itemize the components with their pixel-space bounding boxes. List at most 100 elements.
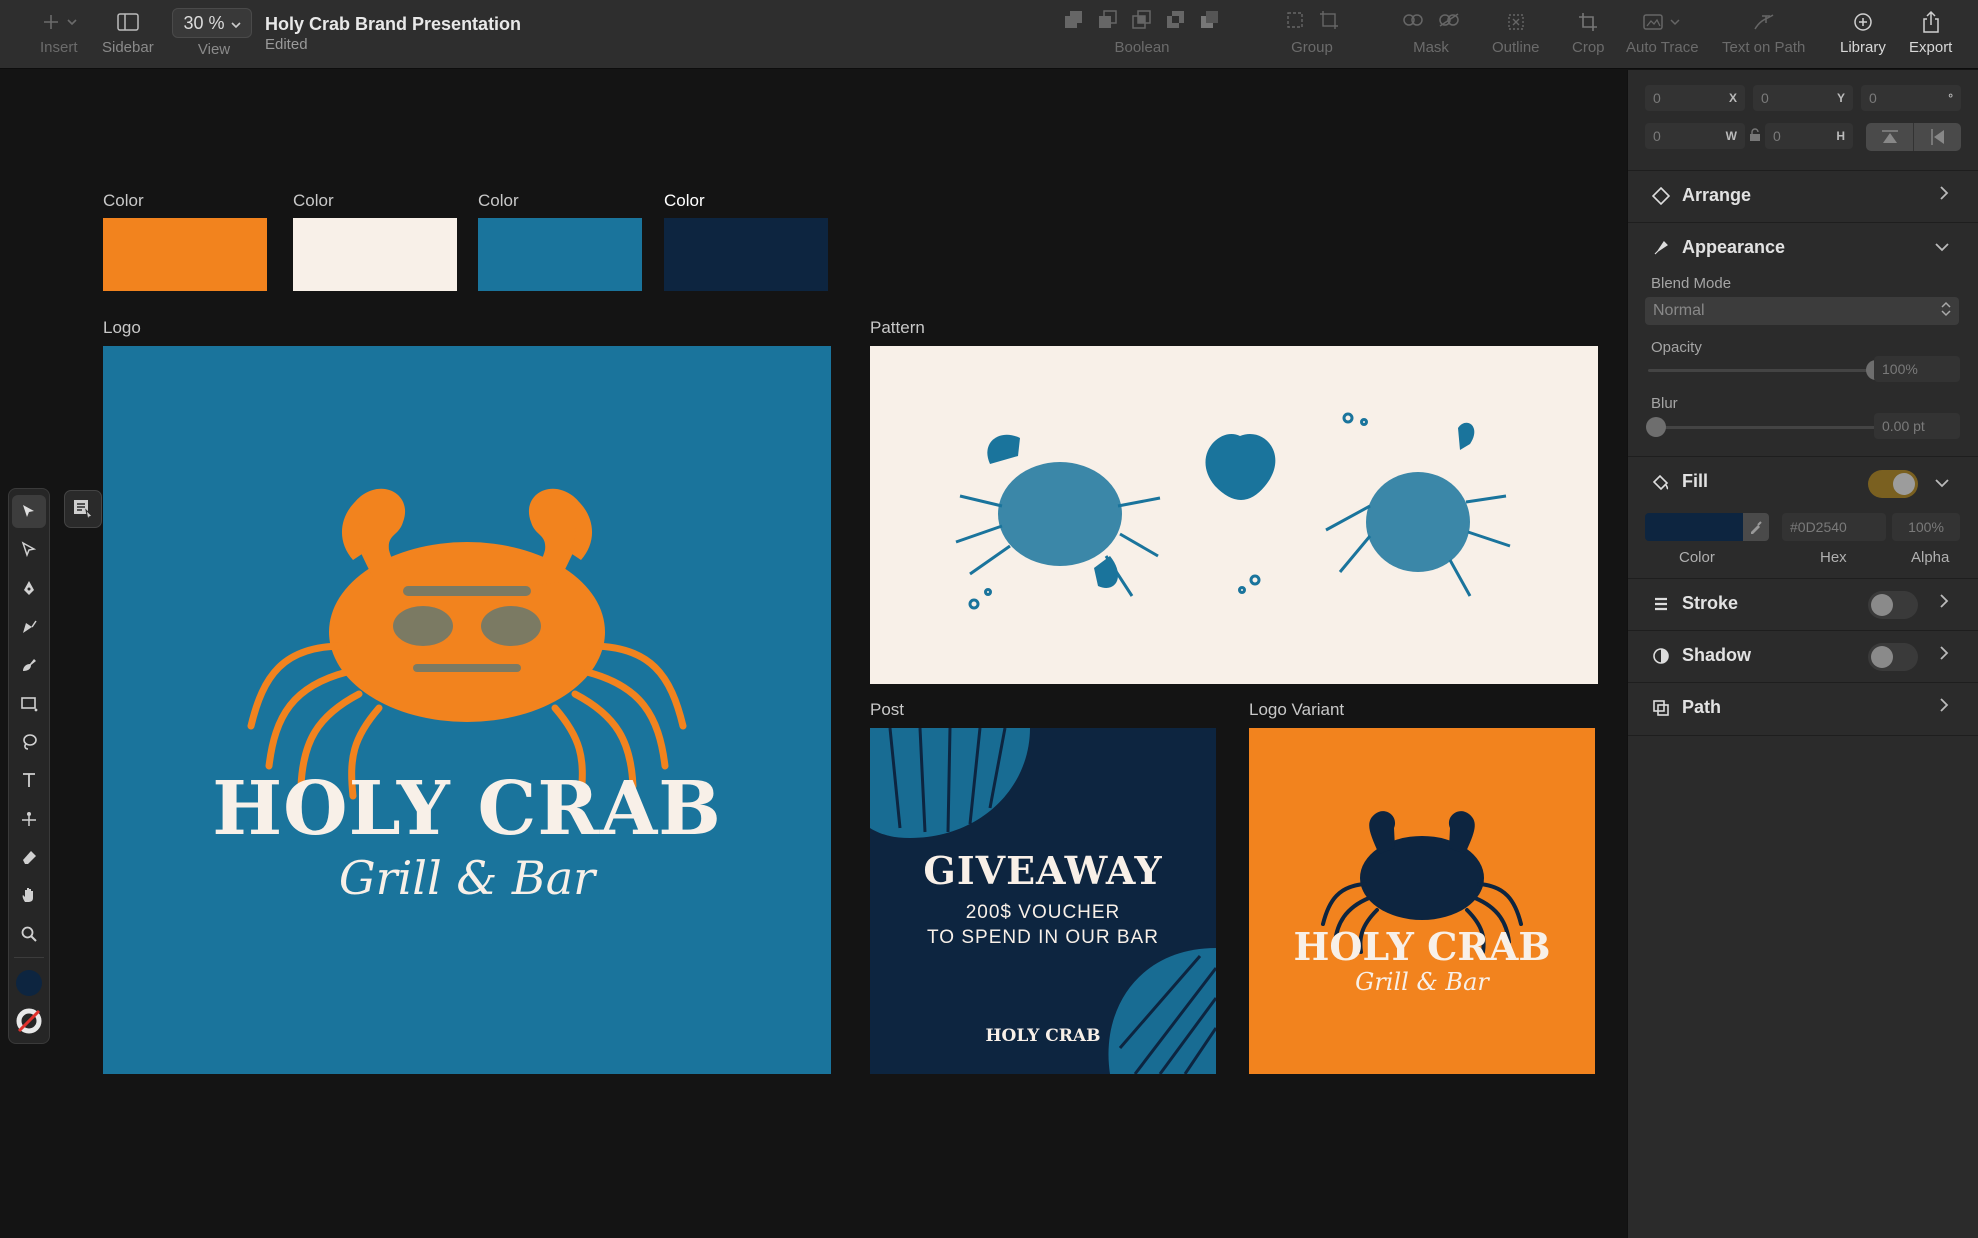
insert-button[interactable]: Insert <box>40 8 78 56</box>
node-tool[interactable] <box>12 533 46 566</box>
blend-mode-select[interactable]: Normal <box>1645 297 1959 325</box>
flip-horizontal-icon[interactable] <box>1914 123 1961 151</box>
alpha-field[interactable]: 100% <box>1892 513 1960 541</box>
zoom-tool[interactable] <box>12 917 46 950</box>
fill-header[interactable]: Fill <box>1652 471 1708 492</box>
union-icon[interactable] <box>1064 10 1084 34</box>
shadow-toggle[interactable] <box>1868 643 1918 671</box>
sidebar-button[interactable]: Sidebar <box>102 8 154 56</box>
rotation-field[interactable]: 0 ° <box>1861 85 1961 111</box>
sidebar-icon <box>117 8 139 36</box>
artboard-label-logo-variant[interactable]: Logo Variant <box>1249 700 1344 720</box>
group-button[interactable]: Group <box>1285 8 1339 56</box>
pen-tool[interactable] <box>12 572 46 605</box>
chevron-down-icon[interactable] <box>1935 475 1949 493</box>
h-label: H <box>1836 129 1845 143</box>
artboard-label-logo[interactable]: Logo <box>103 318 141 338</box>
hand-tool[interactable] <box>12 879 46 912</box>
chevron-down-icon <box>230 13 241 34</box>
shape-tool[interactable] <box>12 687 46 720</box>
artboard-post[interactable]: GIVEAWAY 200$ VOUCHER TO SPEND IN OUR BA… <box>870 728 1216 1074</box>
crop-button[interactable]: Crop <box>1572 8 1605 56</box>
stroke-color-well[interactable] <box>12 1005 46 1038</box>
fill-color-well[interactable] <box>12 966 46 999</box>
height-field[interactable]: 0H <box>1765 123 1853 149</box>
eyedropper-button[interactable] <box>1743 513 1769 541</box>
flatten-icon[interactable] <box>1200 10 1220 34</box>
x-field[interactable]: 0X <box>1645 85 1745 111</box>
hex-field[interactable]: #0D2540 <box>1782 513 1886 541</box>
stroke-toggle[interactable] <box>1868 591 1918 619</box>
artboard-logo-variant[interactable]: HOLY CRAB Grill & Bar <box>1249 728 1595 1074</box>
y-field[interactable]: 0Y <box>1753 85 1853 111</box>
swatch-label[interactable]: Color <box>664 191 705 211</box>
color-swatch-blue[interactable] <box>478 218 642 291</box>
mask-button[interactable]: Mask <box>1402 8 1460 56</box>
subtract-icon[interactable] <box>1098 10 1118 34</box>
width-field[interactable]: 0W <box>1645 123 1745 149</box>
appearance-header[interactable]: Appearance <box>1652 237 1785 258</box>
plus-icon <box>41 8 77 36</box>
chevron-right-icon[interactable] <box>1939 646 1949 665</box>
flip-vertical-icon[interactable] <box>1866 123 1914 151</box>
artboard-pattern[interactable] <box>870 346 1598 684</box>
stroke-section[interactable]: Stroke <box>1628 578 1978 630</box>
color-swatch-orange[interactable] <box>103 218 267 291</box>
chevron-right-icon[interactable] <box>1939 698 1949 717</box>
hex-value: #0D2540 <box>1790 519 1847 535</box>
outline-button[interactable]: Outline <box>1492 8 1540 56</box>
canvas[interactable]: Color Color Color Color Logo HOLY CRAB G… <box>0 70 1626 1238</box>
artboard-label-post[interactable]: Post <box>870 700 904 720</box>
brush-tool[interactable] <box>12 648 46 681</box>
logo-subtitle: Grill & Bar <box>338 851 596 905</box>
swatch-label[interactable]: Color <box>103 191 144 211</box>
view-zoom-control[interactable]: 30 % View <box>172 8 252 58</box>
difference-icon[interactable] <box>1166 10 1186 34</box>
library-button[interactable]: Library <box>1840 8 1886 56</box>
color-swatch-navy[interactable] <box>664 218 828 291</box>
eraser-tool[interactable] <box>12 840 46 873</box>
opacity-slider-track[interactable] <box>1648 369 1876 372</box>
blur-slider-knob[interactable] <box>1646 417 1666 437</box>
blur-slider-track[interactable] <box>1648 426 1876 429</box>
text-on-path-button[interactable]: Text on Path <box>1722 8 1805 56</box>
export-button[interactable]: Export <box>1909 8 1952 56</box>
auto-trace-button[interactable]: Auto Trace <box>1626 8 1699 56</box>
blur-field[interactable]: 0.00 pt <box>1874 413 1960 439</box>
path-tool-icon <box>22 811 36 826</box>
fill-toggle[interactable] <box>1868 470 1918 498</box>
lock-icon[interactable] <box>1749 128 1761 147</box>
zoom-dropdown[interactable]: 30 % <box>172 8 252 38</box>
text-tool[interactable] <box>12 764 46 797</box>
arrange-icon <box>1652 186 1670 205</box>
pencil-tool[interactable] <box>12 610 46 643</box>
color-swatch-cream[interactable] <box>293 218 457 291</box>
shadow-section[interactable]: Shadow <box>1628 630 1978 682</box>
artboard-logo[interactable]: HOLY CRAB Grill & Bar <box>103 346 831 1074</box>
symbols-button[interactable] <box>64 490 102 528</box>
fill-color-swatch[interactable] <box>1645 513 1743 541</box>
appearance-label: Appearance <box>1682 237 1786 257</box>
post-line-2: TO SPEND IN OUR BAR <box>927 927 1159 948</box>
select-tool[interactable] <box>12 495 46 529</box>
knife-tool[interactable] <box>12 802 46 835</box>
pen-icon <box>24 581 34 596</box>
chevron-down-icon[interactable] <box>1935 239 1949 257</box>
swatch-label[interactable]: Color <box>478 191 519 211</box>
arrange-label: Arrange <box>1682 185 1752 205</box>
opacity-field[interactable]: 100% <box>1874 356 1960 382</box>
hex-caption: Hex <box>1820 549 1847 566</box>
appearance-icon <box>1654 240 1668 254</box>
chevron-right-icon[interactable] <box>1939 594 1949 613</box>
intersect-icon[interactable] <box>1132 10 1152 34</box>
fill-tool[interactable] <box>12 725 46 758</box>
y-label: Y <box>1836 91 1845 105</box>
path-section[interactable]: Path <box>1628 682 1978 736</box>
document-status: Edited <box>265 36 308 53</box>
lasso-icon <box>23 734 37 750</box>
post-brand: HOLY CRAB <box>985 1026 1101 1046</box>
swatch-label[interactable]: Color <box>293 191 334 211</box>
auto-trace-label: Auto Trace <box>1626 39 1699 56</box>
artboard-label-pattern[interactable]: Pattern <box>870 318 925 338</box>
arrange-section[interactable]: Arrange <box>1628 170 1978 222</box>
